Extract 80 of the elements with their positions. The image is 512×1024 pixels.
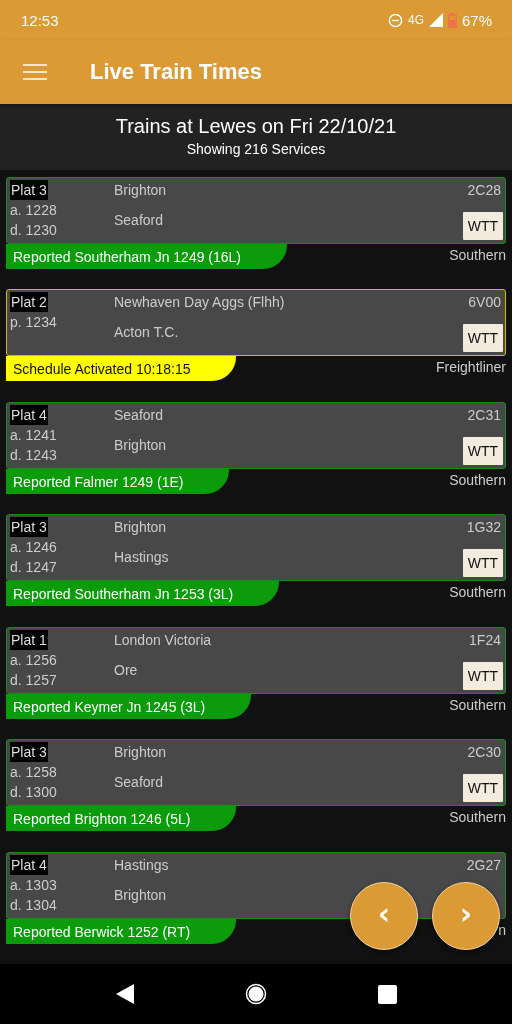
time-text: d. 1247 [10, 558, 58, 578]
platform-label: Plat 1 [10, 629, 48, 650]
platform-label: Plat 4 [10, 854, 48, 875]
platform-label: Plat 3 [10, 517, 48, 538]
platform-label: Plat 2 [10, 292, 48, 313]
headcode-text: 6V00 [468, 293, 501, 313]
time-text: a. 1303 [10, 875, 58, 895]
time-text: a. 1228 [10, 201, 58, 220]
time-text: d. 1257 [10, 670, 58, 690]
service-card[interactable]: Plat 2 p. 1234 Newhaven Day Aggs (Flhh) Acton T.C. 6V00 WTT [6, 289, 506, 357]
operator-text: Southern [449, 584, 506, 601]
menu-icon [23, 64, 47, 80]
signal-icon [428, 13, 443, 27]
time-text: a. 1256 [10, 650, 58, 670]
origin-text: London Victoria [114, 630, 213, 650]
time-text: d. 1304 [10, 895, 58, 915]
status-badge: Reported Keymer Jn 1245 (3L) [6, 693, 252, 719]
headcode-text: 1F24 [469, 630, 501, 650]
origin-text: Seaford [114, 405, 165, 425]
time-text: d. 1300 [10, 783, 58, 803]
service-card[interactable]: Plat 3 a. 1258 d. 1300 Brighton Seaford 2C30 WTT [6, 739, 506, 807]
operator-text: Southern [449, 809, 506, 826]
destination-text: Brighton [114, 885, 168, 905]
battery-level: 67% [461, 11, 492, 29]
operator-text: Southern [449, 247, 506, 263]
status-badge: Schedule Activated 10:18:15 [6, 356, 237, 382]
home-icon[interactable] [244, 983, 267, 1005]
headcode-text: 2C28 [467, 181, 501, 200]
origin-text: Brighton [114, 518, 168, 538]
clock: 12:53 [21, 11, 59, 29]
destination-text: Seaford [114, 773, 165, 793]
service-card[interactable]: Plat 1 a. 1256 d. 1257 London Victoria Ore 1F24 WTT [6, 626, 506, 694]
destination-text: Ore [114, 660, 139, 680]
origin-text: Brighton [114, 181, 168, 200]
app-title: Live Train Times [90, 59, 262, 85]
page-title: Trains at Lewes on Fri 22/10/21 [115, 115, 397, 138]
wtt-button[interactable]: WTT [463, 549, 503, 578]
destination-text: Acton T.C. [114, 323, 180, 343]
service-card[interactable]: Plat 3 a. 1246 d. 1247 Brighton Hastings 1G32 WTT [6, 514, 506, 582]
time-text: a. 1241 [10, 425, 58, 445]
headcode-text: 1G32 [466, 518, 501, 538]
platform-label: Plat 3 [10, 742, 48, 763]
destination-text: Seaford [114, 211, 165, 230]
headcode-text: 2C30 [467, 743, 501, 763]
time-text: d. 1243 [10, 445, 58, 465]
wtt-button[interactable]: WTT [463, 436, 503, 465]
platform-label: Plat 3 [10, 180, 48, 200]
wtt-button[interactable]: WTT [463, 212, 503, 240]
service-card[interactable]: Plat 3 a. 1228 d. 1230 Brighton Seaford 2C28 WTT [6, 177, 506, 244]
network-type: 4G [407, 13, 424, 27]
operator-text: Southern [449, 696, 506, 713]
service-count: Showing 216 Services [186, 141, 326, 157]
status-badge: Reported Southerham Jn 1249 (16L) [6, 244, 288, 269]
status-badge: Reported Brighton 1246 (5L) [6, 806, 237, 832]
operator-text: Freightliner [435, 359, 506, 376]
origin-text: Brighton [114, 743, 168, 763]
wtt-button[interactable]: WTT [463, 324, 503, 353]
time-text: a. 1246 [10, 538, 58, 558]
time-text: d. 1230 [10, 221, 58, 240]
wtt-button[interactable]: WTT [463, 774, 503, 803]
recents-icon[interactable] [377, 984, 397, 1004]
platform-label: Plat 4 [10, 404, 48, 425]
wtt-button[interactable]: WTT [463, 661, 503, 690]
service-card[interactable]: Plat 4 a. 1241 d. 1243 Seaford Brighton 2C31 WTT [6, 401, 506, 469]
destination-text: Brighton [114, 435, 168, 455]
battery-icon [447, 12, 457, 28]
origin-text: Newhaven Day Aggs (Flhh) [114, 293, 286, 313]
status-badge: Reported Falmer 1249 (1E) [6, 468, 230, 494]
origin-text: Hastings [114, 855, 170, 875]
headcode-text: 2G27 [466, 855, 501, 875]
time-text: a. 1258 [10, 763, 58, 783]
headcode-text: 2C31 [467, 405, 501, 425]
time-text: p. 1234 [10, 313, 58, 333]
do-not-disturb-icon [387, 12, 403, 28]
destination-text: Hastings [114, 548, 170, 568]
operator-text: n [498, 921, 506, 938]
operator-text: Southern [449, 471, 506, 488]
back-icon[interactable] [115, 984, 134, 1004]
status-badge: Reported Southerham Jn 1253 (3L) [6, 581, 280, 607]
status-badge: Reported Berwick 1252 (RT) [6, 918, 237, 944]
